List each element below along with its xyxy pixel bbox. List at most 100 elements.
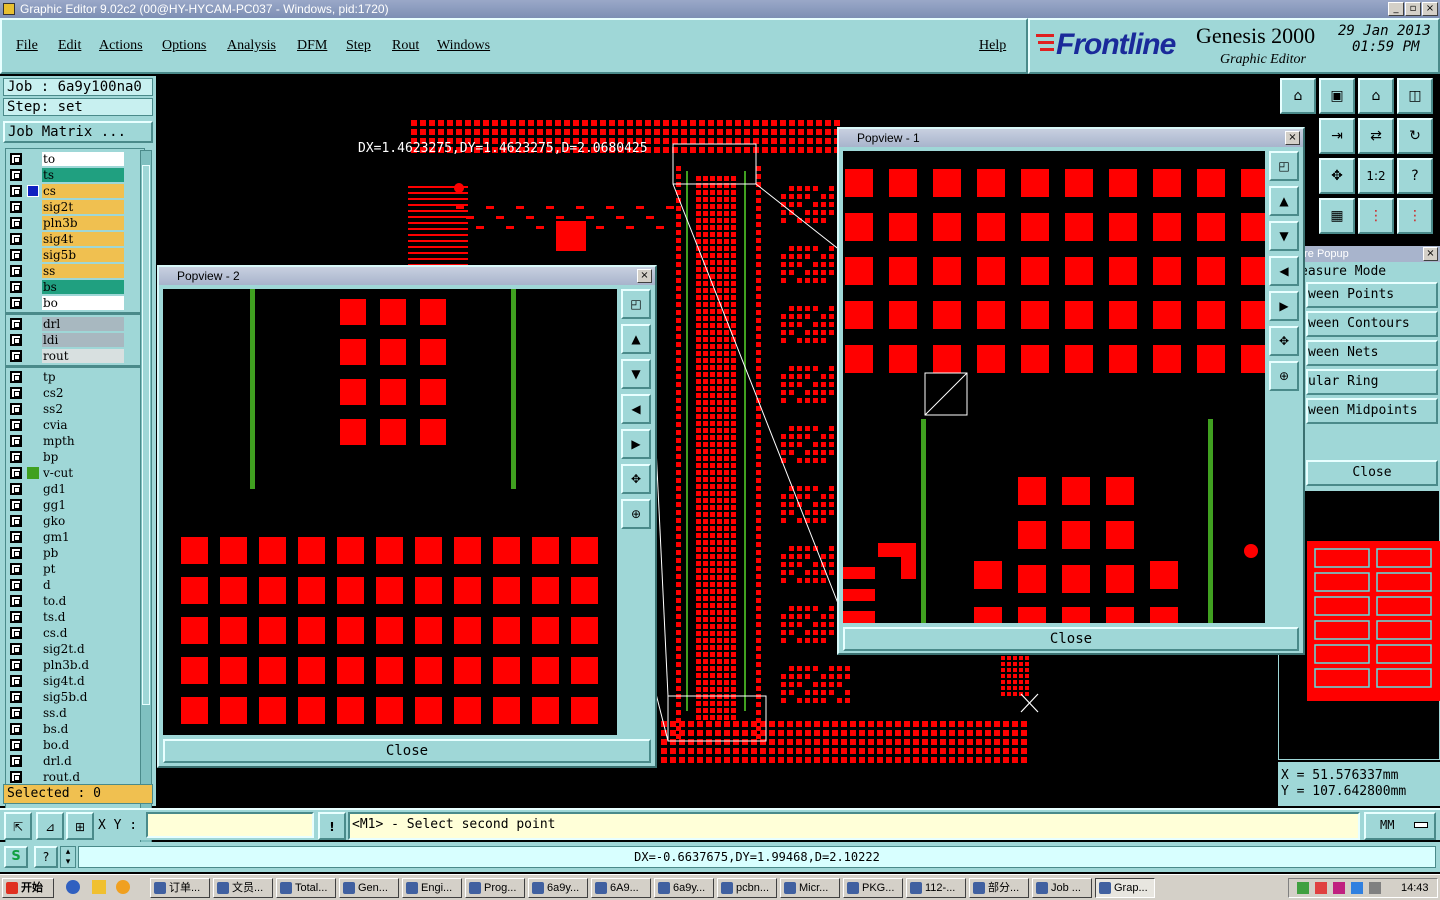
layer-row-sig5b[interactable]: sig5b [6, 247, 144, 263]
menu-windows[interactable]: Windows [437, 38, 490, 54]
layer-checkbox[interactable] [10, 659, 22, 671]
layer-checkbox[interactable] [10, 281, 22, 293]
layer-color-2-icon[interactable]: ⋮ [1397, 198, 1433, 234]
layer-checkbox[interactable] [10, 334, 22, 346]
layer-row-gd1[interactable]: gd1 [6, 481, 144, 497]
layer-row-rout-d[interactable]: rout.d [6, 769, 144, 785]
menu-dfm[interactable]: DFM [297, 38, 327, 54]
layer-row-gg1[interactable]: gg1 [6, 497, 144, 513]
layer-checkbox[interactable] [10, 739, 22, 751]
layer-checkbox[interactable] [10, 595, 22, 607]
taskbar-item[interactable]: 部分... [969, 878, 1029, 898]
measure-between-midpoints[interactable]: ween Midpoints [1306, 398, 1438, 424]
layer-row-bs-d[interactable]: bs.d [6, 721, 144, 737]
quicklaunch-ie-icon[interactable] [66, 880, 80, 894]
select-tool-icon[interactable]: ⇱ [4, 812, 32, 840]
scale-1-2-icon[interactable]: 1:2 [1358, 158, 1394, 194]
layer-checkbox[interactable] [10, 467, 22, 479]
taskbar-item[interactable]: Total... [276, 878, 336, 898]
layer-checkbox[interactable] [10, 499, 22, 511]
layer-row-to-d[interactable]: to.d [6, 593, 144, 609]
layer-row-pb[interactable]: pb [6, 545, 144, 561]
pv2-down-icon[interactable]: ▼ [621, 359, 651, 389]
menu-help[interactable]: Help [979, 38, 1006, 54]
close-window-button[interactable]: × [1422, 2, 1438, 16]
layer-checkbox[interactable] [10, 451, 22, 463]
taskbar-item[interactable]: 6A9... [591, 878, 651, 898]
layer-row-bp[interactable]: bp [6, 449, 144, 465]
layer-row-sig2t[interactable]: sig2t [6, 199, 144, 215]
popview-1-canvas[interactable] [843, 151, 1265, 623]
layer-list-scrollbar[interactable] [140, 150, 152, 844]
pv1-center-icon[interactable]: ⊕ [1269, 361, 1299, 391]
measure-annular-ring[interactable]: ular Ring [1306, 369, 1438, 395]
pv2-right-icon[interactable]: ▶ [621, 429, 651, 459]
minimize-button[interactable]: _ [1388, 2, 1404, 16]
pv1-zoom-icon[interactable]: ◰ [1269, 151, 1299, 181]
layer-checkbox[interactable] [10, 723, 22, 735]
job-matrix-button[interactable]: Job Matrix ... [3, 121, 153, 143]
layer-row-cs[interactable]: cs [6, 183, 144, 199]
snap-tool-icon[interactable]: ⊞ [66, 812, 94, 840]
layer-checkbox[interactable] [10, 563, 22, 575]
layer-checkbox[interactable] [10, 691, 22, 703]
layer-row-ss-d[interactable]: ss.d [6, 705, 144, 721]
layer-checkbox[interactable] [10, 153, 22, 165]
taskbar-item[interactable]: Job ... [1032, 878, 1092, 898]
pv2-up-icon[interactable]: ▲ [621, 324, 651, 354]
popview-1-close-icon[interactable]: × [1285, 131, 1300, 145]
layer-checkbox[interactable] [10, 755, 22, 767]
layer-checkbox[interactable] [10, 435, 22, 447]
taskbar-item[interactable]: pcbn... [717, 878, 777, 898]
quicklaunch-desktop-icon[interactable] [92, 880, 106, 894]
layer-checkbox[interactable] [10, 371, 22, 383]
layer-row-cvia[interactable]: cvia [6, 417, 144, 433]
layer-row-ldi[interactable]: ldi [6, 332, 144, 348]
layer-row-ss2[interactable]: ss2 [6, 401, 144, 417]
xy-input[interactable] [146, 812, 314, 838]
layer-row-gko[interactable]: gko [6, 513, 144, 529]
taskbar-item[interactable]: 文员... [213, 878, 273, 898]
menu-rout[interactable]: Rout [392, 38, 419, 54]
menu-actions[interactable]: Actions [99, 38, 143, 54]
layer-row-ss[interactable]: ss [6, 263, 144, 279]
units-select[interactable]: MM [1364, 812, 1436, 840]
layer-row-cs2[interactable]: cs2 [6, 385, 144, 401]
layer-checkbox[interactable] [10, 297, 22, 309]
layer-checkbox[interactable] [10, 350, 22, 362]
layer-row-pln3b-d[interactable]: pln3b.d [6, 657, 144, 673]
layer-checkbox[interactable] [10, 387, 22, 399]
layer-checkbox[interactable] [10, 771, 22, 783]
pv2-fit-icon[interactable]: ✥ [621, 464, 651, 494]
start-button[interactable]: 开始 [2, 878, 54, 898]
layer-row-ts-d[interactable]: ts.d [6, 609, 144, 625]
popview-2-close-icon[interactable]: × [637, 269, 652, 283]
layer-checkbox[interactable] [10, 233, 22, 245]
layer-row-mpth[interactable]: mpth [6, 433, 144, 449]
pv1-up-icon[interactable]: ▲ [1269, 186, 1299, 216]
tray-volume-icon[interactable] [1369, 882, 1381, 894]
layer-color-icon[interactable]: ⋮ [1358, 198, 1394, 234]
spinner-icon[interactable]: ▴ ▾ [60, 846, 76, 868]
maximize-button[interactable]: ▫ [1405, 2, 1421, 16]
measure-tool-icon[interactable]: ⊿ [36, 812, 64, 840]
grid-icon[interactable]: ▦ [1319, 198, 1355, 234]
layer-row-to[interactable]: to [6, 151, 144, 167]
menu-options[interactable]: Options [162, 38, 206, 54]
script-icon[interactable]: S [4, 846, 28, 868]
layer-row-sig5b-d[interactable]: sig5b.d [6, 689, 144, 705]
pv2-left-icon[interactable]: ◀ [621, 394, 651, 424]
layer-row-rout[interactable]: rout [6, 348, 144, 364]
zoom-home-icon[interactable]: ⌂ [1280, 78, 1316, 114]
taskbar-item[interactable]: Engi... [402, 878, 462, 898]
layer-checkbox[interactable] [10, 547, 22, 559]
tray-app-4-icon[interactable] [1351, 882, 1363, 894]
flip-icon[interactable]: ⇄ [1358, 118, 1394, 154]
layer-row-sig2t-d[interactable]: sig2t.d [6, 641, 144, 657]
measure-popup-close-icon[interactable]: × [1423, 247, 1438, 261]
tray-app-3-icon[interactable] [1333, 882, 1345, 894]
layer-checkbox[interactable] [10, 217, 22, 229]
measure-close-button[interactable]: Close [1306, 460, 1438, 486]
taskbar-item[interactable]: Grap... [1095, 878, 1155, 898]
measure-between-points[interactable]: ween Points [1306, 282, 1438, 308]
